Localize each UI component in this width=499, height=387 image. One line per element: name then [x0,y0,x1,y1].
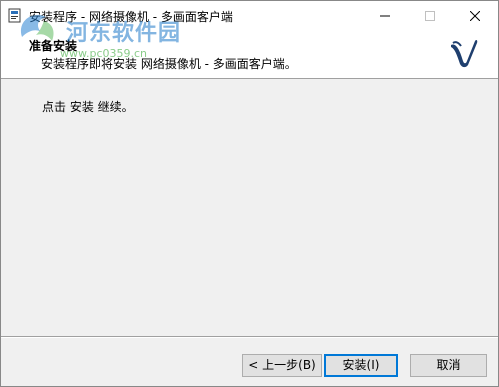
maximize-icon [424,10,435,21]
wizard-content: 点击 安装 继续。 [1,79,498,334]
close-button[interactable] [452,1,497,30]
close-icon [469,10,480,21]
maximize-button[interactable] [407,1,452,30]
install-button[interactable]: 安装(I) [324,354,398,377]
button-divider [1,336,498,338]
title-bar[interactable]: 安装程序 - 网络摄像机 - 多画面客户端 [1,1,498,30]
page-title: 准备安装 [29,39,78,53]
window-title: 安装程序 - 网络摄像机 - 多画面客户端 [29,10,233,24]
minimize-icon [379,15,390,16]
wizard-header: 准备安装 安装程序即将安装 网络摄像机 - 多画面客户端。 [1,30,498,79]
minimize-button[interactable] [362,1,407,30]
instruction-text: 点击 安装 继续。 [42,100,134,114]
page-subtitle: 安装程序即将安装 网络摄像机 - 多画面客户端。 [41,57,297,71]
cancel-button[interactable]: 取消 [410,354,487,377]
installer-window: 安装程序 - 网络摄像机 - 多画面客户端 准备安装 安装程序即将安装 网络摄像… [0,0,499,387]
back-button[interactable]: < 上一步(B) [242,354,322,377]
wizard-logo-icon [451,39,478,68]
installer-app-icon [8,8,21,23]
